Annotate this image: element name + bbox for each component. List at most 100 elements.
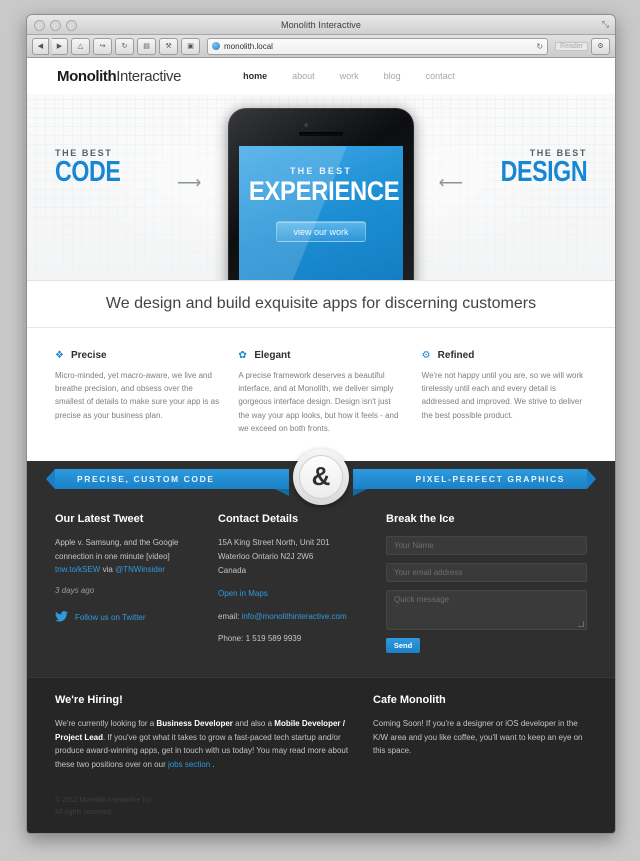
- main-nav: home about work blog contact: [243, 71, 455, 81]
- phone-speaker: [299, 132, 343, 136]
- feature-refined: ⚙ Refined We're not happy until you are,…: [422, 350, 587, 435]
- tweet-text: Apple v. Samsung, and the Google connect…: [55, 536, 200, 577]
- follow-twitter-link[interactable]: Follow us on Twitter: [55, 610, 200, 624]
- hiring-p1: We're currently looking for a: [55, 718, 157, 728]
- name-field[interactable]: Your Name: [386, 535, 587, 555]
- footer-tweet-column: Our Latest Tweet Apple v. Samsung, and t…: [55, 513, 200, 653]
- follow-twitter-label: Follow us on Twitter: [75, 612, 146, 622]
- address-line-3: Canada: [218, 565, 247, 575]
- copyright-line-1: © 2012 Monolith Interactive Inc: [55, 797, 152, 805]
- browser-toolbar: ◀ ▶ △ ↪ ↻ ▤ ⚒ ▣ monolith.local ↻ Reader …: [27, 35, 615, 58]
- feature-title: Precise: [71, 350, 107, 361]
- nav-item-contact[interactable]: contact: [426, 71, 455, 81]
- site-header: MonolithInteractive home about work blog…: [27, 58, 615, 94]
- reload-icon[interactable]: ↻: [536, 42, 543, 51]
- cafe-column: Cafe Monolith Coming Soon! If you're a d…: [373, 694, 587, 771]
- email-link[interactable]: info@monolithinteractive.com: [242, 612, 347, 621]
- nav-item-about[interactable]: about: [292, 71, 315, 81]
- tweet-handle[interactable]: @TNWinsider: [115, 565, 165, 574]
- feature-heading: ✿ Elegant: [238, 350, 403, 361]
- reading-list-icon[interactable]: ▤: [137, 37, 156, 55]
- nav-item-work[interactable]: work: [340, 71, 359, 81]
- ribbon-fold: [353, 488, 367, 496]
- refresh-icon[interactable]: ↻: [115, 37, 134, 55]
- feature-elegant: ✿ Elegant A precise framework deserves a…: [238, 350, 403, 435]
- phone-kicker: THE BEST: [289, 166, 353, 176]
- hero-right-block: THE BEST DESIGN: [479, 148, 587, 186]
- footer-form-column: Break the Ice Your Name Your email addre…: [386, 513, 587, 653]
- hiring-body: We're currently looking for a Business D…: [55, 717, 355, 771]
- arrow-right-icon: ⟶: [177, 173, 202, 192]
- reader-button[interactable]: Reader: [555, 41, 588, 51]
- open-in-maps-link[interactable]: Open in Maps: [218, 589, 268, 598]
- window-title: Monolith Interactive: [280, 19, 362, 30]
- message-field[interactable]: Quick message: [386, 589, 587, 630]
- view-our-work-button[interactable]: view our work: [276, 221, 366, 242]
- address-line-2: Waterloo Ontario N2J 2W6: [218, 551, 314, 561]
- ribbon-fold: [275, 488, 289, 496]
- fullscreen-icon[interactable]: ⤡: [602, 19, 609, 30]
- feature-heading: ⚙ Refined: [422, 350, 587, 361]
- ribbon-right: PIXEL-PERFECT GRAPHICS: [353, 468, 596, 496]
- address-line-1: 15A King Street North, Unit 201: [218, 537, 330, 547]
- ampersand-badge: &: [293, 448, 349, 505]
- tweet-body: Apple v. Samsung, and the Google connect…: [55, 537, 179, 561]
- share-icon[interactable]: ↪: [93, 37, 112, 55]
- hero-left-word: CODE: [55, 156, 121, 188]
- nav-item-blog[interactable]: blog: [384, 71, 401, 81]
- ribbon-left-label: PRECISE, CUSTOM CODE: [77, 473, 215, 484]
- email-field[interactable]: Your email address: [386, 562, 587, 582]
- features-row: ❖ Precise Micro-minded, yet macro-aware,…: [27, 328, 615, 461]
- tweet-via: via: [102, 565, 113, 575]
- url-text: monolith.local: [224, 41, 273, 51]
- forward-button[interactable]: ▶: [52, 37, 68, 55]
- page-content: MonolithInteractive home about work blog…: [27, 58, 615, 833]
- icloud-tabs-icon[interactable]: △: [71, 37, 90, 55]
- leaf-icon: ✿: [238, 349, 247, 361]
- browser-window: Monolith Interactive ⤡ ◀ ▶ △ ↪ ↻ ▤ ⚒ ▣ m…: [26, 14, 616, 834]
- jobs-section-link[interactable]: jobs section: [168, 760, 210, 769]
- logo-light: Interactive: [116, 67, 182, 85]
- compass-icon: ❖: [55, 349, 64, 361]
- hiring-role-1: Business Developer: [156, 718, 233, 728]
- ribbon-left: PRECISE, CUSTOM CODE: [46, 468, 289, 496]
- phone-title: EXPERIENCE: [248, 176, 400, 206]
- back-button[interactable]: ◀: [32, 37, 49, 55]
- footer-contact-column: Contact Details 15A King Street North, U…: [218, 513, 368, 653]
- ribbon-banner: PRECISE, CUSTOM CODE PIXEL-PERFECT GRAPH…: [27, 448, 615, 505]
- window-controls[interactable]: [34, 20, 77, 31]
- feature-title: Elegant: [254, 350, 291, 361]
- hiring-column: We're Hiring! We're currently looking fo…: [55, 694, 355, 771]
- send-button[interactable]: Send: [386, 637, 420, 653]
- address-bar[interactable]: monolith.local ↻: [207, 37, 549, 55]
- copyright-line-2: All rights reserved.: [55, 809, 113, 817]
- sidebar-icon[interactable]: ▣: [181, 37, 200, 55]
- browser-titlebar: Monolith Interactive ⤡: [27, 15, 615, 35]
- feature-title: Refined: [437, 350, 475, 361]
- settings-icon[interactable]: ⚙: [591, 37, 610, 55]
- maps-row: Open in Maps: [218, 587, 368, 601]
- close-button[interactable]: [34, 20, 45, 31]
- feature-body: A precise framework deserves a beautiful…: [238, 371, 399, 433]
- site-logo[interactable]: MonolithInteractive: [57, 68, 181, 85]
- hero-section: THE BEST CODE ⟶ THE BEST EXPERIENCE view…: [27, 94, 615, 281]
- zoom-button[interactable]: [66, 20, 77, 31]
- ribbon-right-label: PIXEL-PERFECT GRAPHICS: [415, 473, 565, 484]
- tweet-heading: Our Latest Tweet: [55, 512, 144, 525]
- footer-middle: We're Hiring! We're currently looking fo…: [27, 676, 615, 790]
- hiring-p2: and also a: [232, 718, 275, 728]
- tweet-link[interactable]: tnw.to/kSEW: [55, 565, 100, 574]
- feature-body: We're not happy until you are, so we wil…: [421, 371, 584, 420]
- cafe-heading: Cafe Monolith: [373, 693, 446, 706]
- cafe-body: Coming Soon! If you're a designer or iOS…: [373, 718, 583, 756]
- phone-screen: THE BEST EXPERIENCE view our work: [239, 146, 403, 280]
- minimize-button[interactable]: [50, 20, 61, 31]
- phone-camera-icon: [304, 123, 309, 128]
- footer-copyright: © 2012 Monolith Interactive Inc All righ…: [27, 789, 615, 833]
- feature-precise: ❖ Precise Micro-minded, yet macro-aware,…: [55, 350, 220, 435]
- contact-heading: Contact Details: [218, 512, 299, 525]
- nav-item-home[interactable]: home: [243, 71, 267, 81]
- wrench-icon[interactable]: ⚒: [159, 37, 178, 55]
- ampersand-glyph: &: [299, 454, 343, 499]
